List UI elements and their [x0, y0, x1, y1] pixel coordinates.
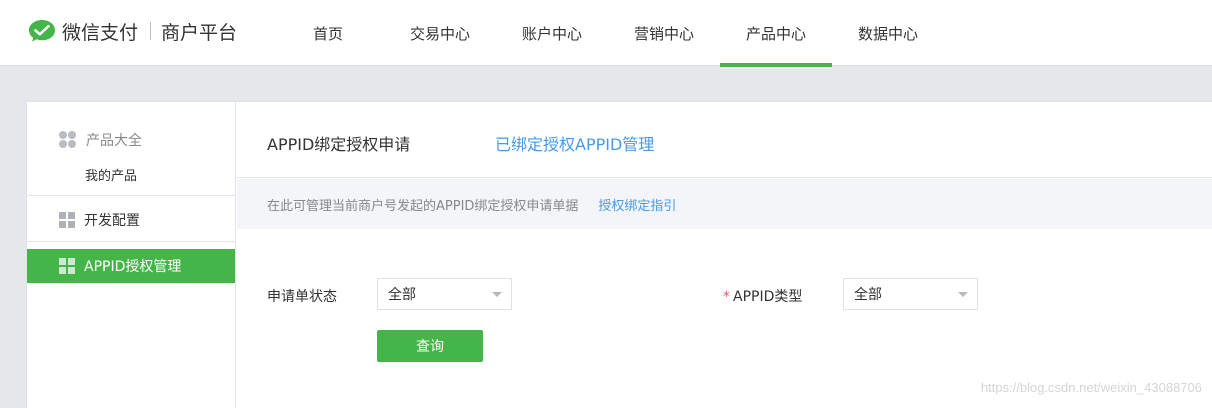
sidebar-item-appid-auth[interactable]: APPID授权管理: [27, 249, 235, 283]
sidebar-divider: [27, 195, 235, 196]
appid-type-select[interactable]: 全部: [843, 278, 978, 310]
grid-icon: [59, 212, 75, 228]
watermark: https://blog.csdn.net/weixin_43088706: [980, 380, 1202, 395]
products-icon: [59, 131, 77, 149]
tabs-row: APPID绑定授权申请 已绑定授权APPID管理: [237, 102, 1212, 178]
wechat-pay-logo-icon: [29, 20, 55, 42]
appid-type-label: * APPID类型: [723, 286, 802, 306]
main-nav: 首页 交易中心 账户中心 营销中心 产品中心 数据中心: [272, 0, 944, 67]
brand-name: 微信支付: [62, 21, 139, 44]
caret-down-icon: [958, 292, 968, 297]
brand-subtitle: 商户平台: [161, 21, 238, 44]
sidebar-item-my-products[interactable]: 我的产品: [85, 165, 137, 184]
tip-text: 在此可管理当前商户号发起的APPID绑定授权申请单据: [267, 198, 579, 214]
appid-type-label-text: APPID类型: [733, 289, 803, 305]
sidebar-item-label: APPID授权管理: [84, 259, 182, 275]
tab-bound-appid-manage[interactable]: 已绑定授权APPID管理: [495, 131, 654, 155]
brand-divider: [150, 22, 152, 40]
content-area: APPID绑定授权申请 已绑定授权APPID管理 在此可管理当前商户号发起的AP…: [237, 102, 1212, 408]
nav-account[interactable]: 账户中心: [496, 0, 608, 66]
status-select-value: 全部: [388, 287, 416, 303]
nav-data[interactable]: 数据中心: [832, 0, 944, 66]
tab-appid-apply[interactable]: APPID绑定授权申请: [267, 131, 410, 155]
nav-products[interactable]: 产品中心: [720, 0, 832, 67]
grid-icon: [59, 258, 75, 274]
auth-guide-link[interactable]: 授权绑定指引: [598, 195, 676, 214]
status-label: 申请单状态: [267, 289, 337, 305]
top-header: 微信支付 商户平台 首页 交易中心 账户中心 营销中心 产品中心 数据中心: [0, 0, 1212, 67]
nav-transactions[interactable]: 交易中心: [384, 0, 496, 66]
sidebar-item-dev-config[interactable]: 开发配置: [27, 203, 235, 237]
appid-type-select-value: 全部: [854, 287, 882, 303]
required-mark: *: [723, 289, 730, 305]
sidebar-group-label: 产品大全: [86, 133, 142, 149]
sidebar: 产品大全 我的产品 开发配置 APPID授权管理: [27, 102, 236, 408]
nav-marketing[interactable]: 营销中心: [608, 0, 720, 66]
sidebar-group-products[interactable]: 产品大全: [59, 130, 142, 150]
caret-down-icon: [492, 292, 502, 297]
nav-home[interactable]: 首页: [272, 0, 384, 66]
main-panel: 产品大全 我的产品 开发配置 APPID授权管理 APPID绑定授权申请 已绑定…: [26, 101, 1212, 408]
query-button[interactable]: 查询: [377, 330, 483, 362]
wechat-pay-logo[interactable]: 微信支付 商户平台: [28, 15, 237, 47]
status-select[interactable]: 全部: [377, 278, 512, 310]
tip-bar: 在此可管理当前商户号发起的APPID绑定授权申请单据 授权绑定指引: [237, 179, 1212, 229]
sidebar-divider: [27, 241, 235, 242]
sidebar-item-label: 开发配置: [84, 213, 140, 229]
